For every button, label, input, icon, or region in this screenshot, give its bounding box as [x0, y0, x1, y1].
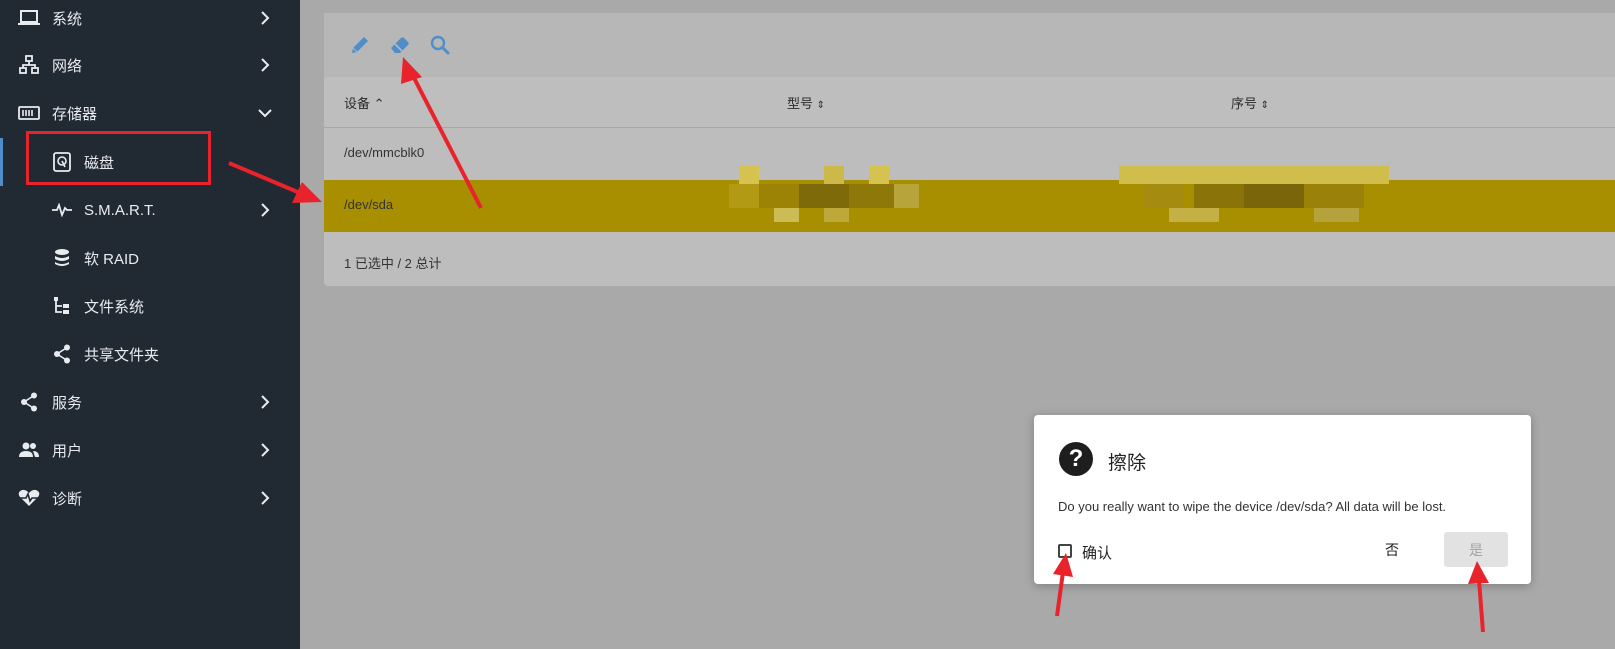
sidebar-item-label: 服务 — [52, 394, 83, 412]
sort-icon: ⇕ — [816, 100, 826, 111]
device-cell: /dev/sda — [344, 197, 394, 212]
redacted-block — [1304, 184, 1364, 208]
sidebar-item-filesystems[interactable]: 文件系统 — [0, 284, 300, 328]
sort-icon: ⇕ — [1260, 100, 1270, 111]
redacted-block — [1144, 184, 1184, 208]
chevron-right-icon — [261, 395, 270, 409]
sidebar-item-system[interactable]: 系统 — [0, 0, 300, 40]
pulse-icon — [51, 199, 73, 221]
chevron-right-icon — [261, 443, 270, 457]
chevron-right-icon — [261, 491, 270, 505]
table-row[interactable]: /dev/mmcblk0 — [324, 128, 1615, 181]
sidebar-item-raid[interactable]: 软 RAID — [0, 236, 300, 280]
redacted-block — [1169, 208, 1219, 222]
redacted-block — [1194, 184, 1244, 208]
redacted-block — [869, 166, 889, 184]
yes-button[interactable]: 是 — [1444, 532, 1508, 567]
question-icon: ? — [1059, 442, 1093, 476]
redacted-block — [759, 184, 799, 208]
sidebar-item-label: 软 RAID — [84, 250, 140, 268]
sidebar-item-shared-folders[interactable]: 共享文件夹 — [0, 332, 300, 376]
disks-panel: 设备 ⌃ 型号 ⇕ 序号 ⇕ /dev/mmcblk0 /dev/sda 1 已… — [324, 13, 1615, 286]
column-header-serial[interactable]: 序号 ⇕ — [1231, 93, 1269, 112]
chevron-down-icon — [258, 109, 272, 118]
sidebar-item-label: 诊断 — [52, 490, 83, 508]
sidebar-item-diagnostics[interactable]: 诊断 — [0, 476, 300, 520]
no-button[interactable]: 否 — [1372, 533, 1412, 567]
sidebar-item-services[interactable]: 服务 — [0, 380, 300, 424]
database-icon — [51, 247, 73, 269]
confirm-checkbox[interactable] — [1058, 544, 1072, 558]
redacted-block — [1244, 184, 1304, 208]
redacted-block — [1119, 166, 1389, 184]
sidebar-item-label: 共享文件夹 — [84, 346, 160, 364]
redacted-block — [894, 184, 919, 208]
table-row-selected[interactable]: /dev/sda — [324, 166, 1615, 232]
storage-icon — [18, 102, 40, 124]
table-header: 设备 ⌃ 型号 ⇕ 序号 ⇕ — [324, 77, 1615, 128]
redacted-block — [824, 208, 849, 222]
column-header-device[interactable]: 设备 ⌃ — [344, 93, 385, 112]
redacted-block — [1314, 208, 1359, 222]
selection-summary: 1 已选中 / 2 总计 — [344, 256, 442, 271]
column-header-model[interactable]: 型号 ⇕ — [787, 93, 825, 112]
share-icon — [18, 391, 40, 413]
dialog-title: 擦除 — [1108, 453, 1147, 474]
toolbar — [324, 13, 1615, 77]
dialog-message: Do you really want to wipe the device /d… — [1058, 499, 1447, 514]
network-icon — [18, 54, 40, 76]
sidebar-item-network[interactable]: 网络 — [0, 43, 300, 87]
wipe-dialog: ? 擦除 Do you really want to wipe the devi… — [1034, 415, 1531, 584]
chevron-right-icon — [261, 11, 270, 25]
chevron-right-icon — [261, 58, 270, 72]
sidebar-item-users[interactable]: 用户 — [0, 428, 300, 472]
device-cell: /dev/mmcblk0 — [344, 145, 425, 160]
file-tree-icon — [51, 295, 73, 317]
users-icon — [18, 439, 40, 461]
magnify-icon[interactable] — [428, 33, 452, 57]
annotation-highlight-box — [26, 131, 211, 185]
laptop-icon — [18, 7, 40, 29]
chevron-right-icon — [261, 203, 270, 217]
sort-asc-icon: ⌃ — [373, 96, 385, 111]
sidebar: 系统 网络 存储器 磁盘 S.M.A.R.T. 软 RAID 文件系统 共享文件… — [0, 0, 300, 649]
confirm-label[interactable]: 确认 — [1082, 542, 1112, 563]
sidebar-item-label: 文件系统 — [84, 298, 145, 316]
share-icon — [51, 343, 73, 365]
redacted-block — [739, 166, 759, 184]
sidebar-item-label: 存储器 — [52, 105, 98, 123]
redacted-block — [799, 184, 849, 208]
heart-pulse-icon — [18, 487, 40, 509]
pencil-icon[interactable] — [348, 33, 372, 57]
redacted-block — [849, 184, 894, 208]
sidebar-item-label: 用户 — [52, 442, 83, 460]
sidebar-item-storage[interactable]: 存储器 — [0, 91, 300, 135]
redacted-block — [824, 166, 844, 184]
sidebar-item-label: S.M.A.R.T. — [84, 201, 156, 219]
sidebar-item-label: 系统 — [52, 10, 83, 28]
sidebar-item-label: 网络 — [52, 57, 83, 75]
redacted-block — [729, 184, 759, 208]
eraser-icon[interactable] — [388, 33, 412, 57]
redacted-block — [774, 208, 799, 222]
sidebar-item-smart[interactable]: S.M.A.R.T. — [0, 188, 300, 232]
